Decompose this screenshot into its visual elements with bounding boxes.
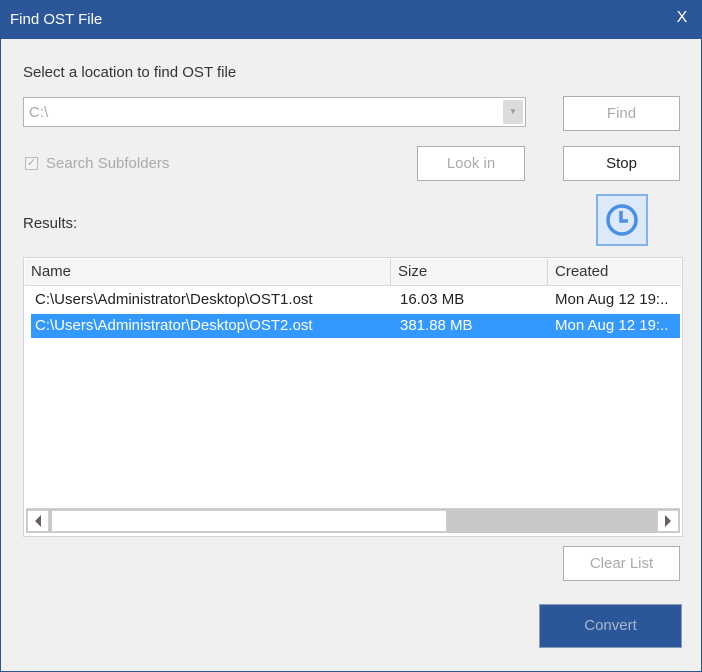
history-button[interactable]	[596, 194, 648, 246]
cell-name: C:\Users\Administrator\Desktop\OST1.ost	[35, 291, 313, 308]
chevron-down-icon[interactable]: ▼	[503, 100, 523, 124]
search-subfolders-label: Search Subfolders	[46, 155, 170, 172]
results-label: Results:	[23, 215, 78, 232]
clear-list-button[interactable]: Clear List	[563, 546, 680, 581]
stop-button[interactable]: Stop	[563, 146, 680, 181]
table-row-selected[interactable]: C:\Users\Administrator\Desktop\OST2.ost …	[31, 314, 680, 338]
scroll-right-button[interactable]	[657, 510, 679, 532]
cell-size: 381.88 MB	[400, 317, 473, 334]
convert-button[interactable]: Convert	[539, 604, 682, 648]
title-bar: Find OST File X	[1, 1, 701, 39]
find-ost-dialog: Find OST File X Select a location to fin…	[0, 0, 702, 672]
arrow-left-icon	[35, 515, 41, 527]
scroll-thumb[interactable]	[51, 510, 447, 532]
results-list[interactable]: Name Size Created C:\Users\Administrator…	[23, 257, 683, 537]
scroll-left-button[interactable]	[27, 510, 49, 532]
cell-name: C:\Users\Administrator\Desktop\OST2.ost	[35, 317, 313, 334]
column-header-name[interactable]: Name	[25, 259, 391, 285]
look-in-button[interactable]: Look in	[417, 146, 525, 181]
checkbox-check-icon[interactable]: ✓	[25, 157, 38, 170]
cell-size: 16.03 MB	[400, 291, 465, 308]
list-header: Name Size Created	[25, 259, 681, 286]
window-title: Find OST File	[10, 11, 103, 28]
table-row[interactable]: C:\Users\Administrator\Desktop\OST1.ost …	[31, 288, 680, 312]
location-label: Select a location to find OST file	[23, 64, 237, 81]
location-value: C:\	[29, 104, 49, 121]
cell-created: Mon Aug 12 19:..	[555, 291, 669, 308]
clock-icon	[606, 204, 638, 236]
horizontal-scrollbar[interactable]	[26, 508, 680, 533]
location-combobox[interactable]: C:\ ▼	[23, 97, 526, 127]
find-button[interactable]: Find	[563, 96, 680, 131]
column-header-created[interactable]: Created	[549, 259, 682, 285]
close-button[interactable]: X	[671, 7, 693, 29]
arrow-right-icon	[665, 515, 671, 527]
close-icon: X	[676, 9, 688, 26]
cell-created: Mon Aug 12 19:..	[555, 317, 669, 334]
column-header-size[interactable]: Size	[392, 259, 548, 285]
